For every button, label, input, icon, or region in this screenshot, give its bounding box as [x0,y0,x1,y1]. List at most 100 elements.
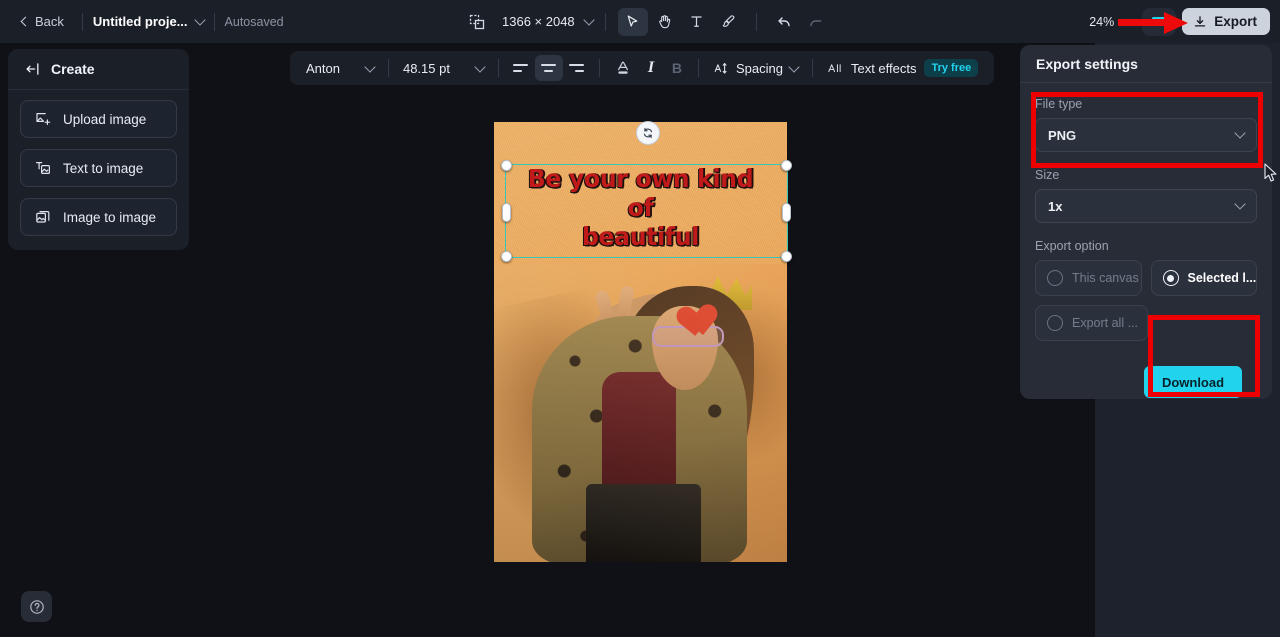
align-left-icon[interactable] [507,55,535,81]
hand-tool-icon[interactable] [650,8,680,36]
size-select[interactable]: 1x [1035,189,1257,223]
undo-icon[interactable] [769,8,799,36]
file-type-chevron-down-icon [1234,127,1246,139]
left-sidebar: Create Upload image Text to image Image … [8,49,189,250]
photo-jeans [586,484,701,562]
divider [604,12,606,31]
zoom-chevron-down-icon[interactable] [1126,14,1138,26]
selection-frame[interactable] [501,121,792,262]
sidebar-item-label: Text to image [63,160,144,176]
font-family-value: Anton [306,60,340,76]
size-chevron-down-icon [1234,198,1246,210]
radio-export-all[interactable]: Export all ... [1035,305,1148,341]
ai-enhance-button[interactable] [1142,7,1177,36]
sidebar-item-text-to-image[interactable]: Text to image [20,149,177,187]
radio-dot-selected-icon [1162,270,1179,286]
download-icon [1195,15,1206,27]
chevron-left-icon [20,16,31,26]
spacing-label: Spacing [735,60,783,76]
top-bar-tools: 1366 × 2048 [462,0,831,43]
zoom-level-label[interactable]: 24% [1089,15,1114,29]
redo-icon[interactable] [801,8,831,36]
text-format-toolbar: Anton 48.15 pt I B Spacing Text effects … [290,51,995,85]
file-type-label: File type [1035,97,1083,111]
help-icon [29,599,44,614]
back-label: Back [35,14,64,29]
radio-selected-layer[interactable]: Selected l... [1150,260,1257,296]
export-option-row-2: Export all ... [1035,305,1257,341]
spacing-select[interactable]: Spacing [707,57,804,80]
divider [387,59,389,77]
resize-handle-top-right[interactable] [781,160,792,171]
photo-heart-sticker [668,292,707,330]
canvas-size-chevron-down-icon[interactable] [582,14,595,26]
top-bar-left: Back Untitled proje... Autosaved [0,0,284,43]
sidebar-header: Create [8,49,189,90]
upload-image-icon [36,113,51,125]
radio-label: This canvas [1072,271,1139,285]
radio-this-canvas[interactable]: This canvas [1035,260,1142,296]
resize-handle-bottom-right[interactable] [781,251,792,262]
back-button[interactable]: Back [14,10,72,33]
rotate-handle-icon[interactable] [635,121,660,145]
size-value: 1x [1048,198,1063,214]
font-size-value: 48.15 pt [402,60,450,76]
divider [755,12,757,31]
font-family-chevron-down-icon [364,60,376,73]
export-settings-body: File type PNG Size 1x Export option This… [1020,83,1272,398]
size-label: Size [1035,168,1060,182]
sidebar-item-label: Image to image [63,209,157,225]
project-title[interactable]: Untitled proje... [93,14,188,29]
download-button[interactable]: Download [1144,366,1242,398]
text-color-icon[interactable] [608,54,638,82]
divider [497,59,499,77]
export-label: Export [1214,14,1257,29]
file-type-value: PNG [1048,127,1077,143]
sidebar-item-image-to-image[interactable]: Image to image [20,198,177,236]
resize-handle-top-left[interactable] [501,160,512,171]
sidebar-item-upload-image[interactable]: Upload image [20,100,177,138]
spacing-chevron-down-icon [788,60,800,73]
resize-icon[interactable] [462,8,492,36]
download-row: Download [1035,350,1257,398]
ai-icon [828,64,841,73]
text-effects-label: Text effects [850,60,917,76]
divider [811,59,813,77]
font-family-select[interactable]: Anton [300,57,380,80]
autosaved-status: Autosaved [224,14,284,29]
text-to-image-icon [36,162,51,175]
export-settings-title: Export settings [1020,45,1272,83]
try-free-badge[interactable]: Try free [924,59,979,77]
cyan-bar-decoration [1151,17,1167,20]
sidebar-item-label: Upload image [63,111,147,127]
divider [213,12,215,31]
align-right-icon[interactable] [563,55,591,81]
photo-layer[interactable] [494,264,787,562]
align-center-icon[interactable] [534,55,563,81]
collapse-panel-icon [26,63,39,75]
font-size-select[interactable]: 48.15 pt [397,57,490,80]
file-type-select[interactable]: PNG [1035,118,1257,152]
brush-tool-icon[interactable] [714,8,744,36]
spacing-icon [714,62,727,74]
export-settings-panel: Export settings File type PNG Size 1x Ex… [1020,45,1272,399]
image-to-image-icon [36,211,50,223]
bold-button[interactable]: B [664,60,690,76]
resize-handle-left[interactable] [502,203,511,222]
export-button[interactable]: Export [1182,8,1270,35]
resize-handle-right[interactable] [782,203,791,222]
text-tool-icon[interactable] [682,8,712,36]
italic-button[interactable]: I [638,59,664,77]
project-menu-chevron-down-icon[interactable] [193,14,206,26]
help-button[interactable] [21,591,52,622]
divider [697,59,699,77]
resize-handle-bottom-left[interactable] [501,251,512,262]
sidebar-header-label: Create [51,61,95,77]
canvas-size-label[interactable]: 1366 × 2048 [494,14,575,29]
select-tool-icon[interactable] [617,7,648,36]
divider [598,59,600,77]
font-size-chevron-down-icon [474,60,486,73]
text-color-glyph [617,61,628,74]
text-effects-button[interactable]: Text effects Try free [821,55,984,81]
